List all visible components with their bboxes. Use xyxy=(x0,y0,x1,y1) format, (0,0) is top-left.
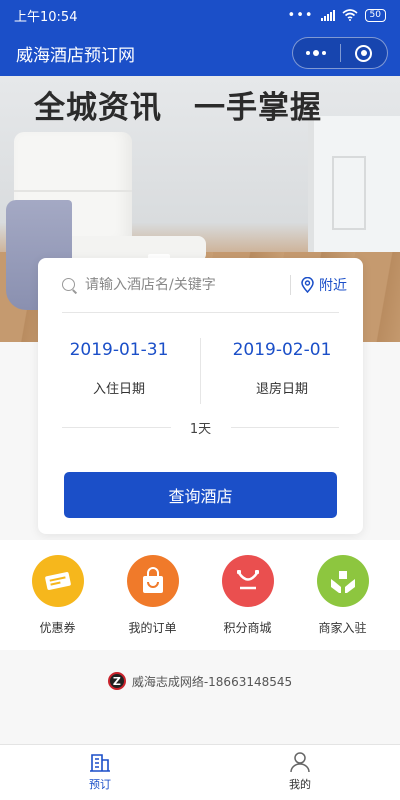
search-icon xyxy=(62,277,77,293)
more-menu-button[interactable] xyxy=(293,38,340,68)
location-pin-icon xyxy=(301,277,314,293)
page-title: 威海酒店预订网 xyxy=(16,45,135,66)
banner-window xyxy=(308,116,400,266)
wifi-icon xyxy=(342,9,358,21)
hands-box-icon xyxy=(316,555,369,607)
target-icon xyxy=(355,44,373,62)
quick-item-merchant-join[interactable]: 商家入驻 xyxy=(298,540,388,650)
company-logo-icon: Z xyxy=(107,672,126,690)
mini-program-capsule xyxy=(292,37,388,69)
tab-booking[interactable]: 预订 xyxy=(0,745,200,800)
cart-icon xyxy=(221,555,274,607)
status-bar: 上午10:54 ••• 50 xyxy=(0,0,400,30)
hotel-search-card: 附近 2019-01-31 入住日期 2019-02-01 退房日期 1天 查询… xyxy=(38,258,363,534)
more-dots-icon: ••• xyxy=(287,7,314,23)
credit-text: 威海志成网络-18663148545 xyxy=(131,674,293,689)
building-icon xyxy=(90,754,110,772)
tab-label: 预订 xyxy=(89,778,111,791)
divider xyxy=(62,312,339,313)
quick-item-label: 优惠券 xyxy=(39,621,76,635)
tab-mine[interactable]: 我的 xyxy=(200,745,400,800)
nav-bar: 威海酒店预订网 xyxy=(0,30,400,76)
checkout-label: 退房日期 xyxy=(255,382,308,397)
quick-menu: 优惠券 我的订单 积分商城 商家入驻 xyxy=(0,540,400,650)
app-screen: 上午10:54 ••• 50 威海酒店预订网 全城资讯 一手掌握 请输入酒店名/… xyxy=(0,0,400,800)
checkin-label: 入住日期 xyxy=(92,382,145,397)
quick-item-label: 商家入驻 xyxy=(318,621,367,635)
quick-item-points-mall[interactable]: 积分商城 xyxy=(203,540,293,650)
quick-item-orders[interactable]: 我的订单 xyxy=(108,540,198,650)
hotel-search-input[interactable] xyxy=(85,277,284,293)
nearby-button[interactable]: 附近 xyxy=(301,275,347,295)
date-selector: 2019-01-31 入住日期 2019-02-01 退房日期 xyxy=(38,336,363,412)
nights-count: 1天 xyxy=(189,421,212,437)
search-hotels-button[interactable]: 查询酒店 xyxy=(64,472,337,518)
tab-bar: 预订 我的 xyxy=(0,744,400,800)
person-icon xyxy=(290,752,310,773)
checkout-date: 2019-02-01 xyxy=(232,340,332,360)
quick-item-label: 积分商城 xyxy=(223,621,272,635)
coupon-icon xyxy=(31,555,84,607)
tab-label: 我的 xyxy=(289,778,311,791)
close-program-button[interactable] xyxy=(341,38,388,68)
checkin-date-picker[interactable]: 2019-01-31 入住日期 xyxy=(38,336,200,412)
checkout-date-picker[interactable]: 2019-02-01 退房日期 xyxy=(201,336,363,412)
nearby-label: 附近 xyxy=(319,278,347,294)
quick-item-coupons[interactable]: 优惠券 xyxy=(13,540,103,650)
more-dots-icon xyxy=(306,50,327,56)
checkin-date: 2019-01-31 xyxy=(69,340,169,360)
status-icons: ••• 50 xyxy=(287,7,386,23)
nights-indicator: 1天 xyxy=(62,416,339,438)
signal-icon xyxy=(320,9,335,21)
shopping-bag-icon xyxy=(126,555,179,607)
banner-headline: 全城资讯 一手掌握 xyxy=(34,90,322,126)
status-time: 上午10:54 xyxy=(14,9,78,25)
quick-item-label: 我的订单 xyxy=(128,621,177,635)
footer-credit: Z 威海志成网络-18663148545 xyxy=(0,668,400,694)
search-row: 附近 xyxy=(38,258,363,312)
battery-indicator: 50 xyxy=(364,8,386,22)
